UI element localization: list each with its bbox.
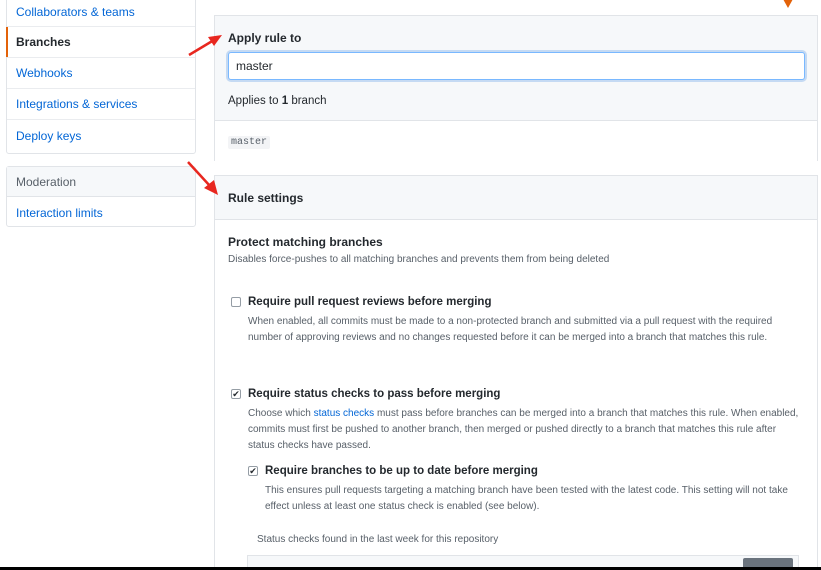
settings-sidebar: Collaborators & teams Branches Webhooks … xyxy=(6,0,196,154)
require-up-to-date-label[interactable]: Require branches to be up to date before… xyxy=(265,465,538,477)
require-reviews-desc: When enabled, all commits must be made t… xyxy=(248,316,773,343)
require-status-checks-desc: Choose which status checks must pass bef… xyxy=(248,406,803,454)
require-status-checks-label[interactable]: Require status checks to pass before mer… xyxy=(248,388,500,400)
sidebar-item-integrations[interactable]: Integrations & services xyxy=(7,89,195,120)
sidebar-item-interaction-limits[interactable]: Interaction limits xyxy=(7,197,195,228)
applies-to-text: Applies to 1 branch xyxy=(228,95,327,107)
protect-branches-title: Protect matching branches xyxy=(228,235,383,249)
protect-branches-desc: Disables force-pushes to all matching br… xyxy=(228,254,610,265)
rule-settings-title: Rule settings xyxy=(228,191,304,205)
status-checks-found-text: Status checks found in the last week for… xyxy=(257,534,499,545)
require-up-to-date-desc: This ensures pull requests targeting a m… xyxy=(265,485,788,512)
applies-suffix: branch xyxy=(291,95,327,107)
sidebar-item-deploy-keys[interactable]: Deploy keys xyxy=(7,120,195,151)
require-status-checks-checkbox[interactable]: ✔ xyxy=(231,389,241,399)
apply-rule-panel: Apply rule to Applies to 1 branch master xyxy=(214,15,818,161)
moderation-header: Moderation xyxy=(7,167,195,197)
matching-branch: master xyxy=(228,136,271,149)
status-checks-desc-pre: Choose which xyxy=(248,408,314,419)
matching-branch-list: master xyxy=(215,120,817,161)
branch-pattern-input[interactable] xyxy=(228,52,805,80)
status-checks-link[interactable]: status checks xyxy=(314,408,375,419)
applies-prefix: Applies to xyxy=(228,95,279,107)
logo-icon xyxy=(783,0,793,8)
rule-settings-header: Rule settings xyxy=(215,176,817,220)
sidebar-item-branches[interactable]: Branches xyxy=(6,27,195,58)
apply-rule-title: Apply rule to xyxy=(228,31,302,45)
applies-count: 1 xyxy=(281,95,289,107)
require-up-to-date-checkbox[interactable]: ✔ xyxy=(248,466,258,476)
sidebar-item-webhooks[interactable]: Webhooks xyxy=(7,58,195,89)
sidebar-item-collaborators[interactable]: Collaborators & teams xyxy=(7,0,195,27)
annotation-arrow-icon xyxy=(187,161,218,195)
annotation-arrow-icon xyxy=(188,35,222,57)
rule-settings-panel: Rule settings Protect matching branches … xyxy=(214,175,818,570)
require-reviews-label[interactable]: Require pull request reviews before merg… xyxy=(248,296,491,308)
moderation-sidebar: Moderation Interaction limits xyxy=(6,166,196,227)
require-reviews-checkbox[interactable] xyxy=(231,297,241,307)
